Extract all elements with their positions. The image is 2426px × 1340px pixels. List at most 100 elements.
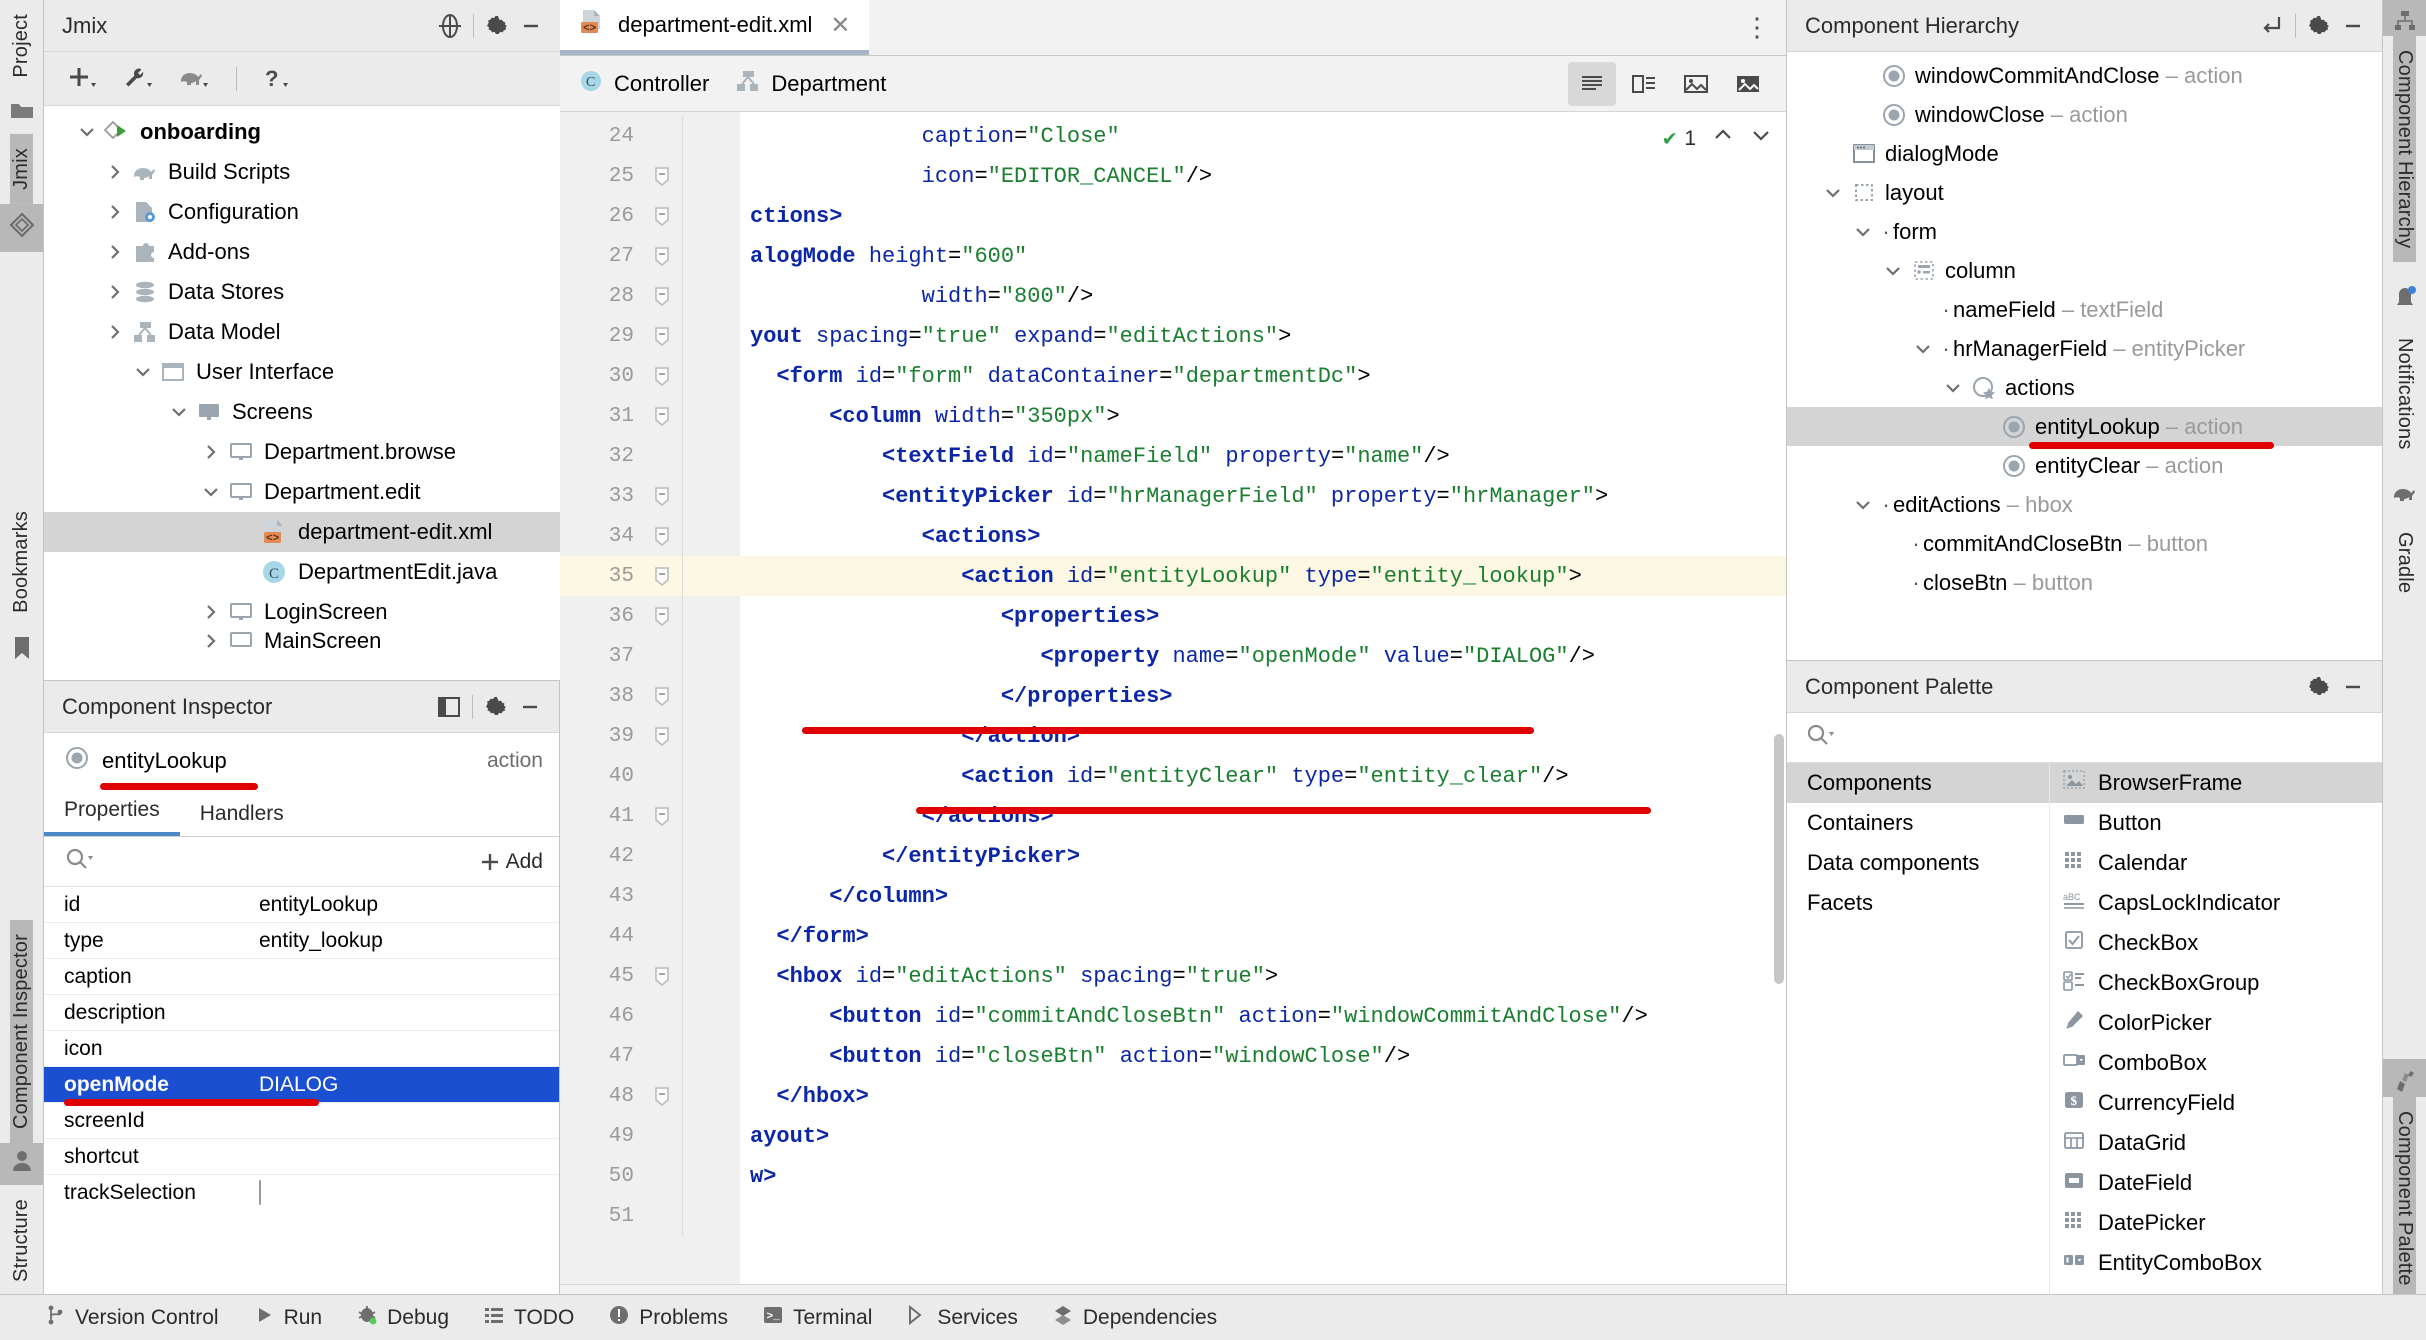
code-line[interactable]: alogMode height = "600" (740, 236, 1786, 276)
code-line[interactable]: <property name = "openMode" value = "DIALOG"… (740, 636, 1786, 676)
gutter-line[interactable]: 45 (560, 956, 740, 996)
palette-item-entitycombobox[interactable]: EntityComboBox (2050, 1243, 2382, 1283)
code-line[interactable]: </form> (740, 916, 1786, 956)
chevron-down-icon[interactable] (1817, 184, 1849, 202)
panel-icon[interactable] (432, 690, 466, 724)
right-vtab-component-palette[interactable]: Component Palette (2393, 1097, 2416, 1300)
code-editor[interactable]: 24 25 26 27 28 29 30 31 32 33 34 35 36 37 38 39 40 41 42 43… (560, 112, 1786, 1284)
tree-item-add-ons[interactable]: Add-ons (44, 232, 560, 272)
inspector-selected-component[interactable]: entityLookup action (44, 733, 559, 790)
gutter-line[interactable]: 34 (560, 516, 740, 556)
code-line[interactable]: icon = "EDITOR_CANCEL"/> (740, 156, 1786, 196)
code-line[interactable]: yout spacing = "true" expand = "editActions"… (740, 316, 1786, 356)
hierarchy-node[interactable]: · commitAndCloseBtn – button (1787, 524, 2382, 563)
gutter-line[interactable]: 38 (560, 676, 740, 716)
inspector-tabs[interactable]: Properties Handlers (44, 789, 559, 837)
add-property-button[interactable]: Add (480, 850, 559, 874)
code-line[interactable]: <hbox id = "editActions" spacing = "true" > (740, 956, 1786, 996)
fold-marker-icon[interactable] (642, 283, 682, 309)
code-line[interactable]: w> (740, 1156, 1786, 1196)
status-version-control[interactable]: Version Control (44, 1304, 219, 1332)
tree-item-department-edit[interactable]: Department.edit (44, 472, 560, 512)
palette-category-components[interactable]: Components (1787, 763, 2049, 803)
editor-tab-department-edit-xml[interactable]: <> department-edit.xml ✕ (560, 0, 869, 55)
tree-item-main-screen[interactable]: MainScreen (44, 632, 560, 650)
chevron-down-icon[interactable] (1847, 496, 1879, 514)
status-todo[interactable]: TODO (483, 1304, 574, 1332)
editor-options-icon[interactable]: ⋮ (1730, 0, 1786, 55)
code-line[interactable]: caption = "Close" (740, 116, 1786, 156)
property-value[interactable]: DIALOG (259, 1073, 559, 1097)
right-tool-strip[interactable]: Component Hierarchy Notifications Gradle… (2382, 0, 2426, 1340)
gutter-line[interactable]: 36 (560, 596, 740, 636)
palette-search-row[interactable] (1787, 713, 2382, 763)
code-line[interactable]: <button id = "commitAndCloseBtn" action = "w… (740, 996, 1786, 1036)
chevron-right-icon[interactable] (100, 163, 130, 181)
gutter-line[interactable]: 26 (560, 196, 740, 236)
inspector-properties-table[interactable]: id entityLookup type entity_lookup capti… (44, 887, 559, 1340)
gutter-line[interactable]: 28 (560, 276, 740, 316)
search-icon[interactable] (1805, 723, 1835, 753)
gear-icon[interactable] (2302, 670, 2336, 704)
fold-marker-icon[interactable] (642, 523, 682, 549)
inspector-search-row[interactable]: Add (44, 837, 559, 887)
code-line[interactable]: </properties> (740, 676, 1786, 716)
table-row[interactable]: trackSelection (44, 1175, 559, 1211)
hierarchy-node[interactable]: windowCommitAndClose – action (1787, 56, 2382, 95)
chip-department[interactable]: Department (735, 69, 886, 99)
collapse-icon[interactable] (2255, 9, 2289, 43)
chevron-down-icon[interactable] (128, 363, 158, 381)
editor-vertical-scrollbar[interactable] (1774, 734, 1784, 984)
status-run[interactable]: Run (253, 1304, 322, 1332)
gutter-line[interactable]: 40 (560, 756, 740, 796)
chevron-down-icon[interactable] (1847, 223, 1879, 241)
tab-handlers[interactable]: Handlers (180, 802, 304, 836)
editor-tabbar[interactable]: <> department-edit.xml ✕ ⋮ (560, 0, 1786, 56)
hierarchy-node[interactable]: dialogMode (1787, 134, 2382, 173)
search-icon[interactable] (64, 847, 94, 877)
table-row[interactable]: description (44, 995, 559, 1031)
gutter-line[interactable]: 47 (560, 1036, 740, 1076)
chevron-down-icon[interactable] (72, 123, 102, 141)
chevron-right-icon[interactable] (196, 443, 226, 461)
palette-item-currencyfield[interactable]: $ CurrencyField (2050, 1083, 2382, 1123)
plus-icon[interactable] (66, 65, 100, 93)
code-line[interactable]: <form id = "form" dataContainer = "departmen… (740, 356, 1786, 396)
table-row[interactable]: shortcut (44, 1139, 559, 1175)
status-services[interactable]: Services (906, 1304, 1018, 1332)
palette-item-colorpicker[interactable]: ColorPicker (2050, 1003, 2382, 1043)
tree-item-data-stores[interactable]: Data Stores (44, 272, 560, 312)
palette-item-datefield[interactable]: DateField (2050, 1163, 2382, 1203)
code-line[interactable]: <action id = "entityClear" type = "entity_cl… (740, 756, 1786, 796)
palette-item-checkbox[interactable]: CheckBox (2050, 923, 2382, 963)
editor-subbar[interactable]: C Controller Department (560, 56, 1786, 112)
right-vtab-notifications[interactable]: Notifications (2393, 324, 2416, 464)
gutter-line[interactable]: 46 (560, 996, 740, 1036)
code-line[interactable]: </entityPicker> (740, 836, 1786, 876)
minimize-icon[interactable] (2336, 670, 2370, 704)
gutter-line[interactable]: 51 (560, 1196, 740, 1236)
palette-categories[interactable]: Components Containers Data components Facet… (1787, 763, 2049, 1340)
chevron-right-icon[interactable] (100, 243, 130, 261)
fold-marker-icon[interactable] (642, 803, 682, 829)
close-icon[interactable]: ✕ (830, 11, 850, 40)
wrench-icon[interactable] (122, 65, 156, 93)
tree-item-user-interface[interactable]: User Interface (44, 352, 560, 392)
preview-icon[interactable] (1672, 62, 1720, 106)
chevron-down-icon[interactable] (164, 403, 194, 421)
tree-item-data-model[interactable]: Data Model (44, 312, 560, 352)
table-row[interactable]: id entityLookup (44, 887, 559, 923)
gutter-line[interactable]: 27 (560, 236, 740, 276)
code-line[interactable]: </action> (740, 716, 1786, 756)
locate-icon[interactable] (433, 9, 467, 43)
tree-item-department-edit-xml[interactable]: <> department-edit.xml (44, 512, 560, 552)
table-row[interactable]: type entity_lookup (44, 923, 559, 959)
chip-controller[interactable]: C Controller (578, 68, 709, 100)
palette-category-facets[interactable]: Facets (1787, 883, 2049, 923)
palette-item-datagrid[interactable]: DataGrid (2050, 1123, 2382, 1163)
gutter-line[interactable]: 39 (560, 716, 740, 756)
gutter-line[interactable]: 25 (560, 156, 740, 196)
right-vtab-component-hierarchy[interactable]: Component Hierarchy (2393, 36, 2416, 263)
editor-code[interactable]: ✔ 1 caption = "Close" icon = "EDITOR_CANCEL"… (740, 112, 1786, 1284)
chevron-down-icon[interactable] (1907, 340, 1939, 358)
